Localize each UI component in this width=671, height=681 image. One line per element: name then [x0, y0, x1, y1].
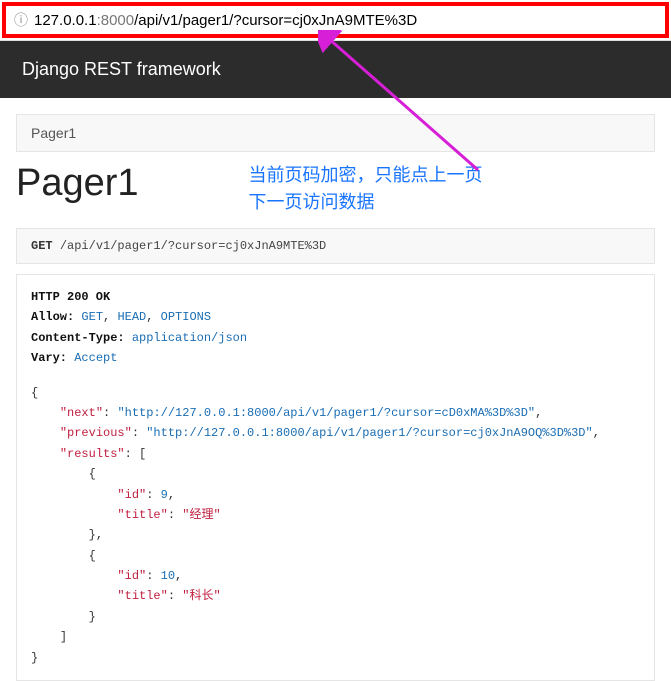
annotation-text: 当前页码加密，只能点上一页 下一页访问数据 [249, 162, 483, 216]
breadcrumb: Pager1 [16, 114, 655, 152]
app-header: Django REST framework [0, 41, 671, 98]
url-text: 127.0.0.1:8000/api/v1/pager1/?cursor=cj0… [34, 12, 417, 29]
request-method: GET [31, 239, 53, 253]
response-box: HTTP 200 OK Allow: GET, HEAD, OPTIONS Co… [16, 274, 655, 681]
page-title: Pager1 [16, 162, 139, 205]
title-row: Pager1 当前页码加密，只能点上一页 下一页访问数据 [0, 152, 671, 222]
response-status: HTTP 200 OK [31, 287, 640, 307]
url-port: :8000 [97, 12, 135, 29]
breadcrumb-item[interactable]: Pager1 [31, 125, 76, 141]
info-icon: ⓘ [14, 10, 28, 30]
response-header-vary: Vary: Accept [31, 348, 640, 368]
content-area: Pager1 Pager1 当前页码加密，只能点上一页 下一页访问数据 GET … [0, 114, 671, 681]
url-bar[interactable]: ⓘ 127.0.0.1:8000/api/v1/pager1/?cursor=c… [2, 2, 669, 38]
url-host: 127.0.0.1 [34, 12, 97, 29]
brand-label[interactable]: Django REST framework [22, 59, 221, 79]
response-header-content-type: Content-Type: application/json [31, 328, 640, 348]
response-body: { "next": "http://127.0.0.1:8000/api/v1/… [31, 383, 640, 668]
request-box: GET /api/v1/pager1/?cursor=cj0xJnA9MTE%3… [16, 228, 655, 264]
request-url: /api/v1/pager1/?cursor=cj0xJnA9MTE%3D [60, 239, 326, 253]
url-path: /api/v1/pager1/?cursor=cj0xJnA9MTE%3D [134, 12, 417, 29]
url-bar-container: ⓘ 127.0.0.1:8000/api/v1/pager1/?cursor=c… [0, 0, 671, 41]
response-header-allow: Allow: GET, HEAD, OPTIONS [31, 307, 640, 327]
